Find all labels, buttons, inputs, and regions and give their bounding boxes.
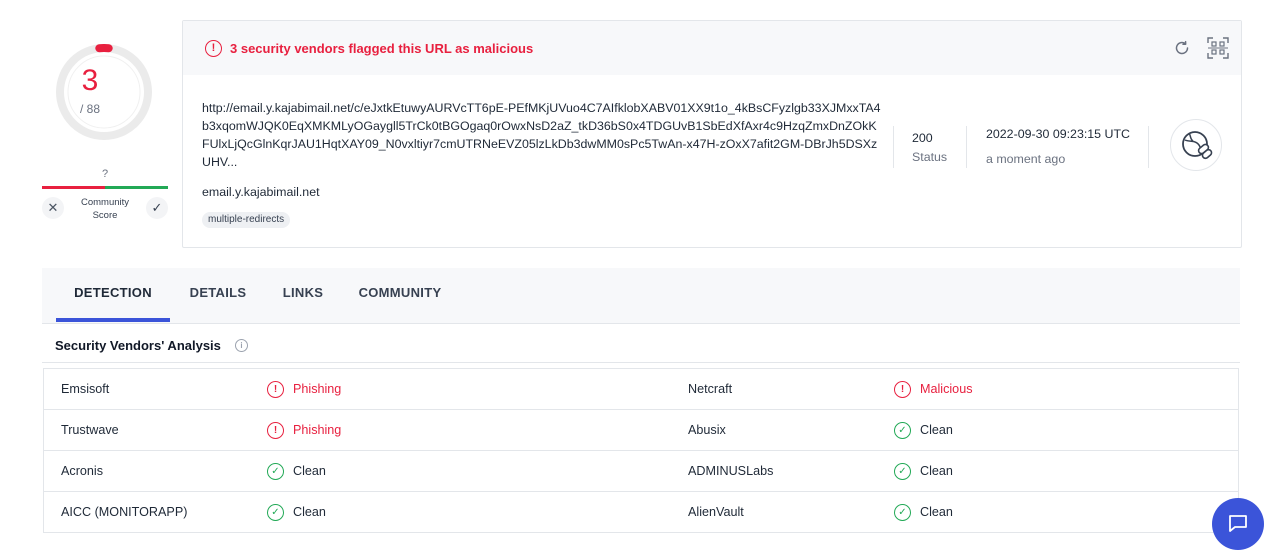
divider	[893, 126, 894, 168]
vendor-name: Emsisoft	[61, 382, 110, 396]
vote-harmful-button[interactable]: ✕	[42, 197, 64, 219]
vendor-result: ! Phishing	[267, 410, 341, 450]
exclamation-circle-icon: !	[267, 380, 284, 398]
url-type-badge	[1170, 119, 1222, 171]
vendor-name: Acronis	[61, 464, 103, 478]
tag-chip[interactable]: multiple-redirects	[202, 212, 291, 228]
close-icon: ✕	[47, 200, 59, 215]
check-icon: ✓	[151, 200, 163, 215]
vendor-result: ! Phishing	[267, 369, 341, 409]
report-tabs: DETECTION DETAILS LINKS COMMUNITY	[42, 268, 1240, 324]
refresh-icon	[1175, 40, 1189, 55]
community-score-value: ?	[101, 168, 109, 180]
chat-bubble-icon	[1229, 515, 1247, 532]
vendor-result: ✓ Clean	[894, 451, 953, 491]
exclamation-circle-icon: !	[894, 380, 911, 398]
tab-details[interactable]: DETAILS	[182, 268, 254, 322]
tab-links[interactable]: LINKS	[278, 268, 328, 322]
exclamation-circle-icon: !	[205, 39, 222, 57]
community-bar-negative	[42, 186, 105, 189]
vendor-result: ✓ Clean	[894, 410, 953, 450]
card-toolbar	[1171, 37, 1229, 59]
check-circle-icon: ✓	[894, 421, 911, 439]
vendor-results-table: Emsisoft ! Phishing Netcraft ! Malicious…	[43, 368, 1239, 533]
detection-score-panel: 3 / 88 ? ✕ Community Score ✓	[42, 40, 168, 230]
alert-banner: ! 3 security vendors flagged this URL as…	[183, 21, 1241, 75]
check-circle-icon: ✓	[267, 462, 284, 480]
vote-harmless-button[interactable]: ✓	[146, 197, 168, 219]
table-row: Acronis ✓ Clean ADMINUSLabs ✓ Clean	[44, 451, 1238, 492]
divider	[42, 362, 1240, 363]
divider	[966, 126, 967, 168]
vendor-name: AICC (MONITORAPP)	[61, 505, 188, 519]
check-circle-icon: ✓	[267, 503, 284, 521]
reanalyze-button[interactable]	[1171, 37, 1193, 59]
vendor-result: ✓ Clean	[894, 492, 953, 532]
scanned-url: http://email.y.kajabimail.net/c/eJxtkEtu…	[202, 101, 881, 169]
table-row: Trustwave ! Phishing Abusix ✓ Clean	[44, 410, 1238, 451]
url-domain[interactable]: email.y.kajabimail.net	[202, 185, 320, 199]
check-circle-icon: ✓	[894, 503, 911, 521]
tab-detection[interactable]: DETECTION	[56, 268, 170, 322]
vendor-name: ADMINUSLabs	[688, 464, 774, 478]
vendor-name: AlienVault	[688, 505, 744, 519]
vendor-result: ✓ Clean	[267, 451, 326, 491]
detection-count: 3	[81, 64, 99, 97]
vendor-result: ✓ Clean	[267, 492, 326, 532]
chat-button[interactable]	[1212, 498, 1264, 550]
vendor-name: Netcraft	[688, 382, 733, 396]
table-row: Emsisoft ! Phishing Netcraft ! Malicious	[44, 369, 1238, 410]
tab-community[interactable]: COMMUNITY	[354, 268, 446, 322]
analysis-date: 2022-09-30 09:23:15 UTC	[986, 127, 1130, 141]
url-summary-card: ! 3 security vendors flagged this URL as…	[182, 20, 1242, 248]
community-score-bar	[42, 186, 168, 189]
info-icon[interactable]: i	[235, 339, 248, 352]
table-row: AICC (MONITORAPP) ✓ Clean AlienVault ✓ C…	[44, 492, 1238, 533]
qr-scan-icon	[1207, 37, 1229, 59]
vendor-name: Abusix	[688, 423, 726, 437]
vendor-name: Trustwave	[61, 423, 119, 437]
check-circle-icon: ✓	[894, 462, 911, 480]
engine-total: / 88	[79, 102, 100, 116]
community-score-label: Community Score	[80, 197, 130, 221]
http-status-code: 200	[912, 131, 933, 145]
alert-text: 3 security vendors flagged this URL as m…	[230, 40, 534, 56]
qr-scan-button[interactable]	[1207, 37, 1229, 59]
analysis-relative-time: a moment ago	[986, 152, 1066, 166]
link-icon	[1182, 131, 1213, 160]
http-status-label: Status	[912, 150, 948, 164]
divider	[1148, 126, 1149, 168]
vendor-result: ! Malicious	[894, 369, 973, 409]
section-title: Security Vendors' Analysis	[55, 338, 221, 353]
exclamation-circle-icon: !	[267, 421, 284, 439]
community-bar-positive	[105, 186, 168, 189]
